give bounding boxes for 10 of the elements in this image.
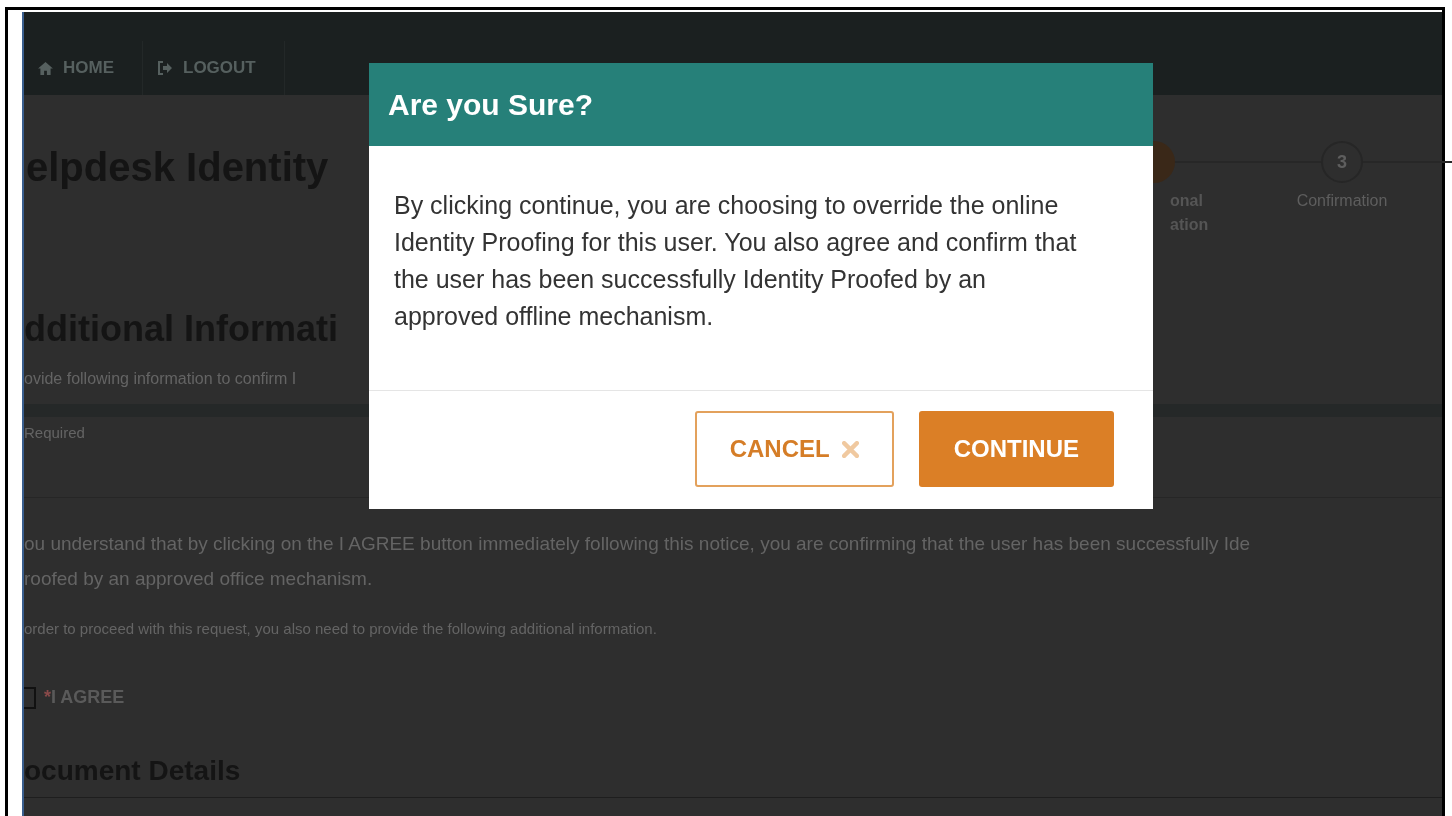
cancel-button[interactable]: CANCEL — [694, 411, 894, 487]
home-icon — [38, 61, 53, 75]
close-icon — [841, 440, 859, 458]
agree-checkbox[interactable] — [24, 686, 36, 709]
continue-button[interactable]: CONTINUE — [918, 411, 1114, 487]
dialog-message: By clicking continue, you are choosing to override the online Identity Proofing for this user. You also agree and confirm that the user has been successfully Identity Proofed by an approved offline mechanism. — [394, 190, 1078, 332]
dialog-title: Are you Sure? — [388, 87, 594, 123]
nav-link[interactable]: LOGOUT — [143, 41, 285, 95]
logout-icon — [157, 61, 173, 75]
nav-link[interactable]: HOME — [24, 41, 143, 95]
